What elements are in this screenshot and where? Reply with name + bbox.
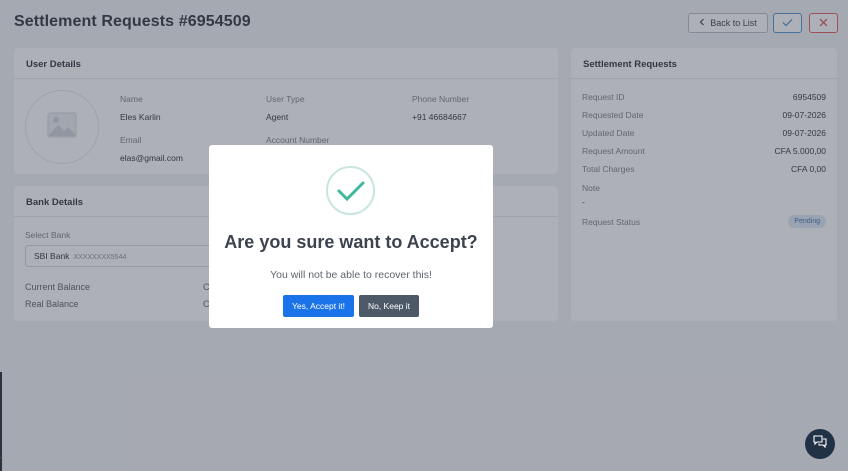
dialog-message: You will not be able to recover this! [270, 269, 432, 281]
cancel-keep-button[interactable]: No, Keep it [359, 295, 419, 317]
settlement-request-page: Settlement Requests #6954509 Back to Lis… [0, 0, 848, 471]
confirm-accept-button[interactable]: Yes, Accept it! [283, 295, 354, 317]
chat-button[interactable] [805, 429, 835, 459]
success-check-icon [326, 166, 375, 215]
dialog-title: Are you sure want to Accept? [224, 232, 478, 252]
chevron-left-icon: ‹ [0, 452, 3, 462]
chat-icon [813, 435, 827, 453]
confirm-accept-dialog: Are you sure want to Accept? You will no… [209, 145, 493, 328]
